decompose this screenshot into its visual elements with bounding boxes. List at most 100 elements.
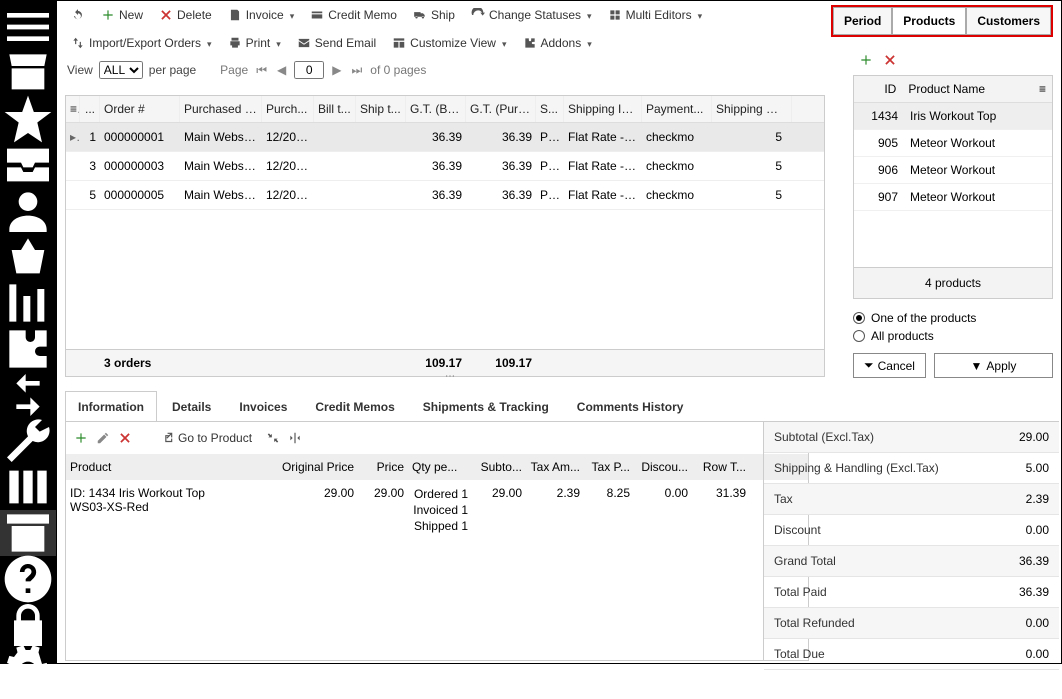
radio-unchecked-icon	[853, 330, 865, 342]
footer-gtb: 109.17	[406, 356, 466, 370]
customize-view-button[interactable]: Customize View	[386, 33, 512, 53]
tab-information[interactable]: Information	[65, 391, 157, 422]
col-idx[interactable]: ...	[80, 96, 100, 122]
gear-icon[interactable]	[0, 648, 56, 694]
totals-row: Tax2.39	[764, 484, 1059, 515]
menu-icon[interactable]	[0, 4, 56, 50]
remove-product-icon[interactable]	[883, 53, 897, 67]
dcol-tax-am[interactable]: Tax Am...	[526, 454, 584, 480]
inbox-icon[interactable]	[0, 142, 56, 188]
order-row[interactable]: 3000000003Main Website...12/20/2...36.39…	[66, 152, 824, 181]
prev-page-icon[interactable]: ◀	[275, 63, 288, 77]
dcol-discount[interactable]: Discou...	[634, 454, 692, 480]
detail-row[interactable]: ID: 1434 Iris Workout Top WS03-XS-Red 29…	[66, 480, 808, 540]
collapse-icon[interactable]	[266, 431, 280, 445]
cancel-button[interactable]: ⏷Cancel	[853, 353, 926, 378]
store-icon[interactable]	[0, 50, 56, 96]
dcol-orig-price[interactable]: Original Price	[276, 454, 358, 480]
dcol-row-total[interactable]: Row T...	[692, 454, 750, 480]
filter-tab-products[interactable]: Products	[892, 7, 966, 35]
radio-all-products[interactable]: All products	[853, 327, 1053, 345]
tab-credit-memos[interactable]: Credit Memos	[302, 391, 407, 422]
filter-cancel-icon: ⏷	[864, 358, 874, 373]
remove-icon[interactable]	[118, 431, 132, 445]
col-payment[interactable]: Payment...	[642, 96, 712, 122]
puzzle-icon[interactable]	[0, 326, 56, 372]
tab-comments[interactable]: Comments History	[564, 391, 697, 422]
detail-subtotal: 29.00	[472, 480, 526, 540]
first-page-icon[interactable]: ⏮	[254, 63, 269, 78]
view-select[interactable]: ALL	[99, 61, 143, 79]
refresh-icon	[71, 8, 85, 22]
filter-tab-period[interactable]: Period	[833, 7, 892, 35]
dcol-tax-p[interactable]: Tax P...	[584, 454, 634, 480]
product-row[interactable]: 905Meteor Workout	[854, 130, 1052, 157]
col-purchased-from[interactable]: Purchased f...	[180, 96, 262, 122]
lock-icon[interactable]	[0, 602, 56, 648]
orders-grid: ≡ ... Order # Purchased f... Purch... Bi…	[65, 95, 825, 377]
change-statuses-button[interactable]: Change Statuses	[465, 5, 598, 25]
col-gt-base[interactable]: G.T. (Base)	[406, 96, 466, 122]
go-to-product-button[interactable]: Go to Product	[154, 428, 258, 448]
archive-icon[interactable]	[0, 510, 56, 556]
col-gt-purc[interactable]: G.T. (Purc...	[466, 96, 536, 122]
star-icon[interactable]	[0, 96, 56, 142]
refresh-button[interactable]	[65, 5, 91, 25]
dcol-product[interactable]: Product	[66, 454, 276, 480]
col-bill-to[interactable]: Bill t...	[314, 96, 356, 122]
col-ship-to[interactable]: Ship t...	[356, 96, 406, 122]
apply-button[interactable]: ▼Apply	[934, 353, 1053, 378]
pcol-name[interactable]: Product Name	[900, 76, 1035, 102]
radio-one-of-products[interactable]: One of the products	[853, 309, 1053, 327]
detail-toolbar: Go to Product	[66, 422, 808, 454]
product-row[interactable]: 1434Iris Workout Top	[854, 103, 1052, 130]
multi-editors-button[interactable]: Multi Editors	[602, 5, 709, 25]
add-item-icon[interactable]	[74, 431, 88, 445]
next-page-icon[interactable]: ▶	[330, 63, 343, 77]
new-button[interactable]: New	[95, 5, 149, 25]
product-row[interactable]: 907Meteor Workout	[854, 184, 1052, 211]
col-purch[interactable]: Purch...	[262, 96, 314, 122]
col-status[interactable]: S...	[536, 96, 564, 122]
tab-shipments[interactable]: Shipments & Tracking	[410, 391, 562, 422]
dcol-subtotal[interactable]: Subto...	[472, 454, 526, 480]
page-input[interactable]	[294, 61, 324, 79]
help-icon[interactable]	[0, 556, 56, 602]
ship-button[interactable]: Ship	[407, 5, 461, 25]
products-footer: 4 products	[854, 267, 1052, 298]
product-row[interactable]: 906Meteor Workout	[854, 157, 1052, 184]
col-shipping-info[interactable]: Shipping In...	[564, 96, 642, 122]
order-row[interactable]: ▸1000000001Main Website...12/20/2...36.3…	[66, 123, 824, 152]
last-page-icon[interactable]: ⏭	[349, 63, 364, 78]
addons-button[interactable]: Addons	[517, 33, 598, 53]
pcol-id[interactable]: ID	[854, 76, 900, 102]
order-row[interactable]: 5000000005Main Website...12/20/2...36.39…	[66, 181, 824, 210]
col-shipping-and[interactable]: Shipping an...	[712, 96, 792, 122]
basket-icon[interactable]	[0, 234, 56, 280]
tab-details[interactable]: Details	[159, 391, 224, 422]
wrench-icon[interactable]	[0, 418, 56, 464]
invoice-button[interactable]: Invoice	[222, 5, 301, 25]
filter-tab-customers[interactable]: Customers	[966, 7, 1051, 35]
print-button[interactable]: Print	[222, 33, 287, 53]
columns-icon[interactable]	[0, 464, 56, 510]
sort-icon[interactable]: ≡	[1035, 76, 1052, 102]
totals-row: Total Refunded0.00	[764, 608, 1059, 639]
col-order[interactable]: Order #	[100, 96, 180, 122]
edit-icon[interactable]	[96, 431, 110, 445]
add-product-icon[interactable]	[859, 53, 873, 67]
products-grid: ID Product Name ≡ 1434Iris Workout Top90…	[853, 75, 1053, 299]
import-export-button[interactable]: Import/Export Orders	[65, 33, 218, 53]
chart-icon[interactable]	[0, 280, 56, 326]
dcol-qty[interactable]: Qty pe...	[408, 454, 472, 480]
credit-memo-button[interactable]: Credit Memo	[304, 5, 403, 25]
split-icon[interactable]	[288, 431, 302, 445]
resize-handle-icon[interactable]: ⋯	[445, 371, 457, 382]
person-icon[interactable]	[0, 188, 56, 234]
send-email-button[interactable]: Send Email	[291, 33, 382, 53]
delete-button[interactable]: Delete	[153, 5, 218, 25]
sync-icon[interactable]	[0, 372, 56, 418]
tab-invoices[interactable]: Invoices	[226, 391, 300, 422]
cycle-icon	[471, 8, 485, 22]
dcol-price[interactable]: Price	[358, 454, 408, 480]
